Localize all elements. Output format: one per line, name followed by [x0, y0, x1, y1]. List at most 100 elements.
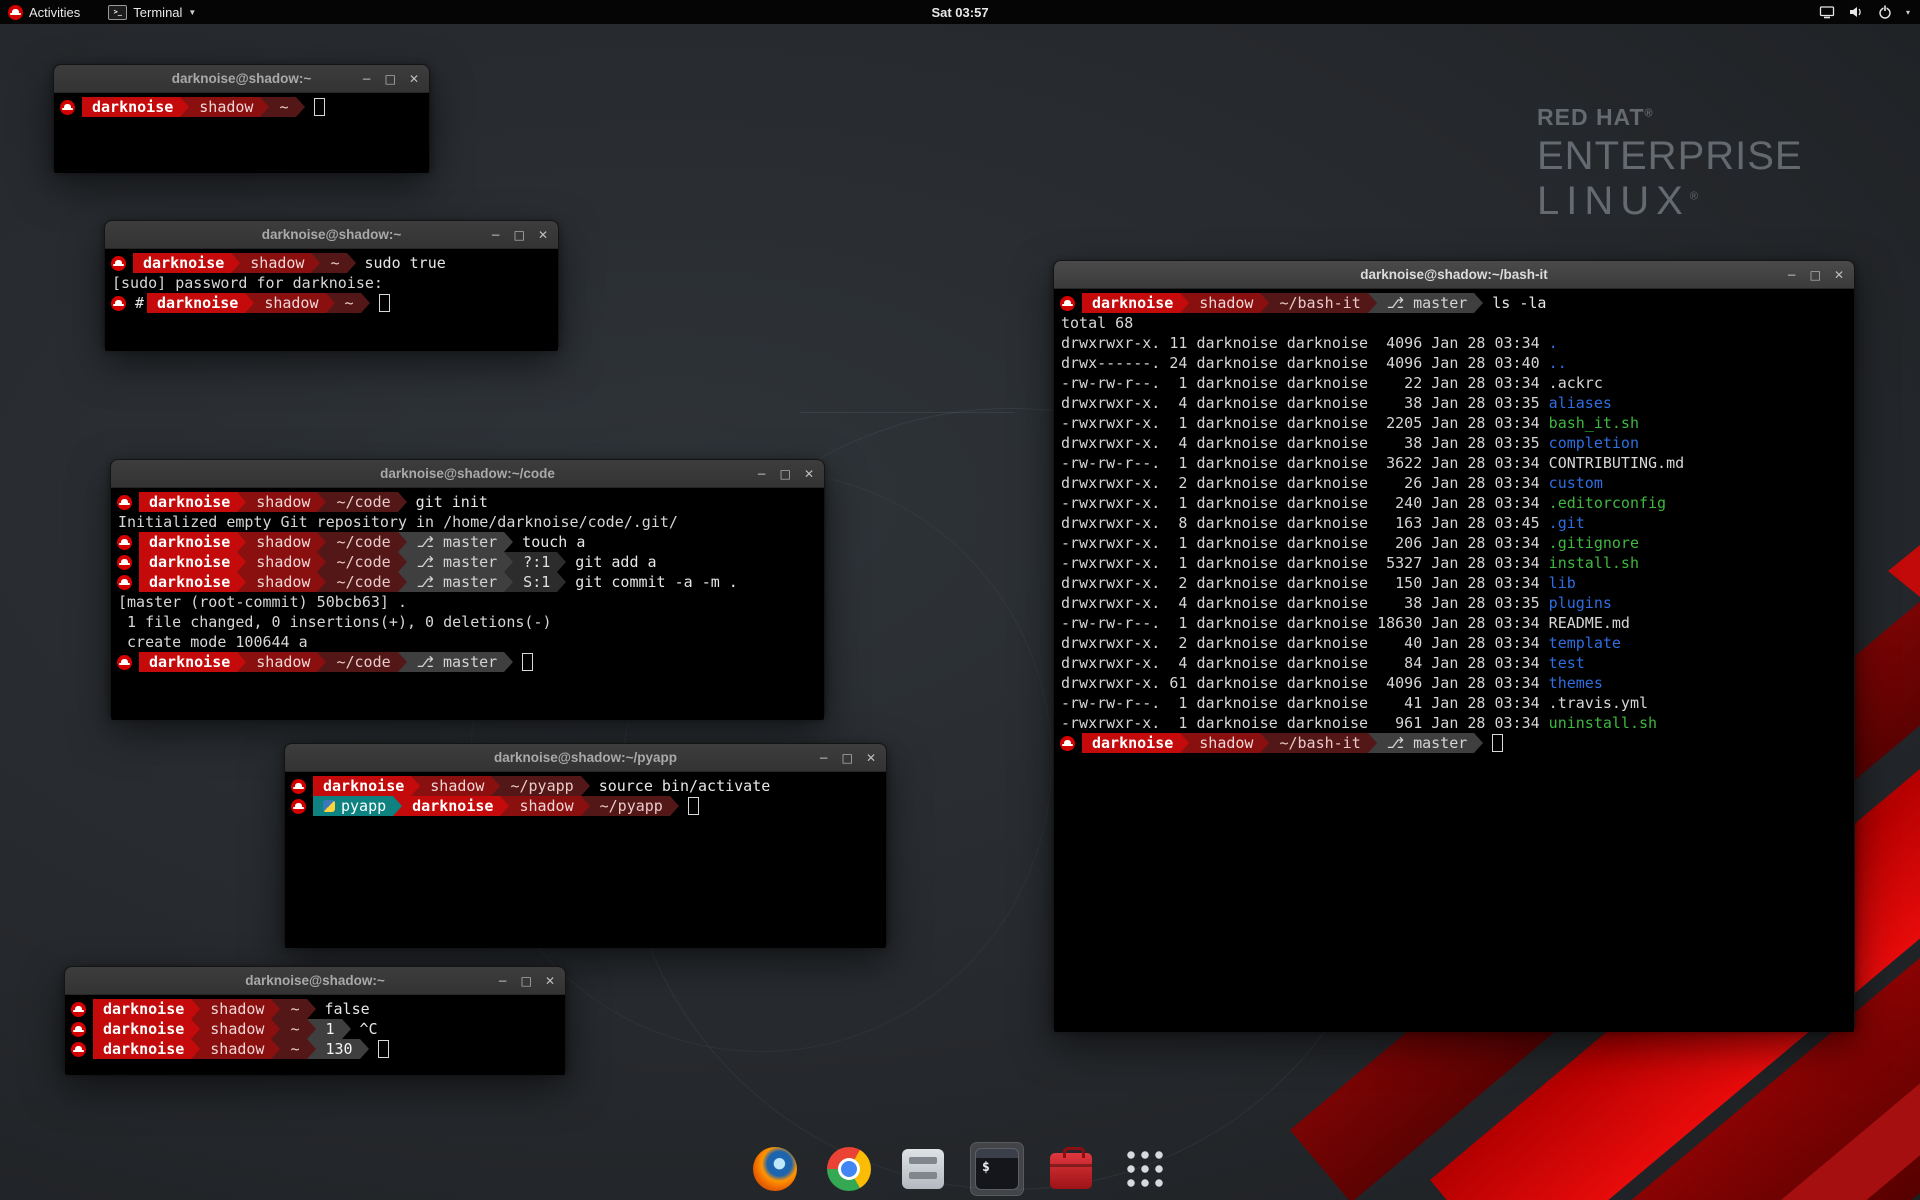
output-text: README.md — [1549, 614, 1630, 632]
terminal-content[interactable]: darknoiseshadow~ — [54, 93, 429, 173]
close-button[interactable]: ✕ — [538, 229, 548, 241]
window-controls: − □ ✕ — [491, 221, 548, 248]
minimize-button[interactable]: − — [362, 73, 372, 85]
window-titlebar[interactable]: darknoise@shadow:~−□✕ — [65, 967, 565, 995]
terminal-content[interactable]: darknoiseshadow~/pyappsource bin/activat… — [285, 772, 886, 948]
terminal-content[interactable]: darknoiseshadow~/bash-it⎇ masterls -lato… — [1054, 289, 1854, 1032]
prompt-segment-host: shadow — [189, 97, 260, 117]
dock-firefox[interactable] — [748, 1142, 802, 1196]
close-button[interactable]: ✕ — [804, 468, 814, 480]
output-line: drwxrwxr-x. 4 darknoise darknoise 38 Jan… — [1057, 393, 1854, 413]
powerline-separator-icon — [191, 1019, 200, 1039]
window-titlebar[interactable]: darknoise@shadow:~−□✕ — [54, 65, 429, 93]
maximize-button[interactable]: □ — [514, 229, 525, 241]
background-line — [800, 412, 1015, 413]
maximize-button[interactable]: □ — [385, 73, 396, 85]
prompt-segment-path: ~ — [280, 1039, 306, 1059]
output-text: themes — [1549, 674, 1603, 692]
display-icon[interactable] — [1819, 4, 1835, 20]
prompt-segment-user: darknoise — [133, 253, 231, 273]
prompt-line: darknoiseshadow~/bash-it⎇ master — [1057, 733, 1854, 753]
terminal-window[interactable]: darknoise@shadow:~/code−□✕darknoiseshado… — [110, 459, 825, 717]
minimize-button[interactable]: − — [757, 468, 767, 480]
distro-icon — [1060, 296, 1075, 311]
prompt-segment-git: ⎇ master — [1377, 733, 1475, 753]
output-text: drwxrwxr-x. 2 darknoise darknoise 40 Jan… — [1061, 634, 1549, 652]
powerline-separator-icon — [1180, 293, 1189, 313]
powerline-separator-icon — [317, 532, 326, 552]
prompt-segment-user: darknoise — [93, 999, 191, 1019]
minimize-button[interactable]: − — [819, 752, 829, 764]
powerline-separator-icon — [271, 1039, 280, 1059]
dock-terminal[interactable]: $ — [970, 1142, 1024, 1196]
dock-files[interactable] — [896, 1142, 950, 1196]
app-menu-button[interactable]: >_ Terminal ▼ — [108, 0, 196, 24]
output-text: -rwxrwxr-x. 1 darknoise darknoise 206 Ja… — [1061, 534, 1549, 552]
powerline-separator-icon — [317, 552, 326, 572]
dock-chrome[interactable] — [822, 1142, 876, 1196]
minimize-button[interactable]: − — [498, 975, 508, 987]
prompt-segment-host: shadow — [246, 532, 317, 552]
close-button[interactable]: ✕ — [409, 73, 419, 85]
brand-redhat: RED HAT® — [1537, 104, 1803, 131]
output-text: -rw-rw-r--. 1 darknoise darknoise 41 Jan… — [1061, 694, 1549, 712]
prompt-segment-user: darknoise — [93, 1039, 191, 1059]
window-titlebar[interactable]: darknoise@shadow:~−□✕ — [105, 221, 558, 249]
window-titlebar[interactable]: darknoise@shadow:~/bash-it−□✕ — [1054, 261, 1854, 289]
distro-icon — [60, 100, 75, 115]
minimize-button[interactable]: − — [491, 229, 501, 241]
close-button[interactable]: ✕ — [866, 752, 876, 764]
prompt-segment-user: darknoise — [147, 293, 245, 313]
output-text: drwxrwxr-x. 4 darknoise darknoise 38 Jan… — [1061, 594, 1549, 612]
powerline-separator-icon — [317, 652, 326, 672]
window-titlebar[interactable]: darknoise@shadow:~/code−□✕ — [111, 460, 824, 488]
prompt-segment-user: darknoise — [139, 652, 237, 672]
terminal-window[interactable]: darknoise@shadow:~−□✕darknoiseshadow~sud… — [104, 220, 559, 348]
volume-icon[interactable] — [1848, 4, 1864, 20]
terminal-content[interactable]: darknoiseshadow~/codegit initInitialized… — [111, 488, 824, 720]
minimize-button[interactable]: − — [1787, 269, 1797, 281]
terminal-window[interactable]: darknoise@shadow:~/bash-it−□✕darknoisesh… — [1053, 260, 1855, 1029]
system-menu-caret-icon[interactable]: ▾ — [1906, 8, 1910, 17]
terminal-window[interactable]: darknoise@shadow:~−□✕darknoiseshadow~ — [53, 64, 430, 170]
close-button[interactable]: ✕ — [545, 975, 555, 987]
maximize-button[interactable]: □ — [521, 975, 532, 987]
maximize-button[interactable]: □ — [842, 752, 853, 764]
clock[interactable]: Sat 03:57 — [931, 5, 988, 20]
python-icon — [323, 800, 335, 812]
output-line: -rwxrwxr-x. 1 darknoise darknoise 206 Ja… — [1057, 533, 1854, 553]
activities-button[interactable]: Activities — [8, 0, 80, 24]
distro-icon — [111, 296, 126, 311]
terminal-window[interactable]: darknoise@shadow:~/pyapp−□✕darknoiseshad… — [284, 743, 887, 945]
redhat-brand: RED HAT® ENTERPRISE LINUX® — [1537, 104, 1803, 224]
prompt-line: darknoiseshadow~/pyappsource bin/activat… — [288, 776, 886, 796]
power-icon[interactable] — [1877, 4, 1893, 20]
dock-app-grid[interactable] — [1118, 1142, 1172, 1196]
prompt-line: darknoiseshadow~/code⎇ master?:1git add … — [114, 552, 824, 572]
prompt-segment-host: shadow — [240, 253, 311, 273]
dock-toolbox[interactable] — [1044, 1142, 1098, 1196]
prompt-segment-path: ~/code — [326, 532, 397, 552]
files-icon — [902, 1149, 944, 1189]
maximize-button[interactable]: □ — [780, 468, 791, 480]
powerline-separator-icon — [342, 1019, 351, 1039]
powerline-separator-icon — [393, 796, 402, 816]
powerline-separator-icon — [504, 552, 513, 572]
terminal-content[interactable]: darknoiseshadow~sudo true[sudo] password… — [105, 249, 558, 351]
powerline-separator-icon — [296, 97, 305, 117]
app-grid-icon — [1124, 1148, 1166, 1190]
maximize-button[interactable]: □ — [1810, 269, 1821, 281]
distro-icon — [111, 256, 126, 271]
window-titlebar[interactable]: darknoise@shadow:~/pyapp−□✕ — [285, 744, 886, 772]
prompt-segment-git: ⎇ master — [1377, 293, 1475, 313]
output-text: drwxrwxr-x. 4 darknoise darknoise 84 Jan… — [1061, 654, 1549, 672]
output-text: -rw-rw-r--. 1 darknoise darknoise 3622 J… — [1061, 454, 1549, 472]
typed-command: ls -la — [1492, 294, 1546, 312]
powerline-separator-icon — [307, 1039, 316, 1059]
close-button[interactable]: ✕ — [1834, 269, 1844, 281]
output-text: . — [1549, 334, 1558, 352]
prompt-segment-git: ⎇ master — [407, 572, 505, 592]
terminal-window[interactable]: darknoise@shadow:~−□✕darknoiseshadow~fal… — [64, 966, 566, 1072]
terminal-content[interactable]: darknoiseshadow~falsedarknoiseshadow~1^C… — [65, 995, 565, 1075]
output-text: drwx------. 24 darknoise darknoise 4096 … — [1061, 354, 1549, 372]
